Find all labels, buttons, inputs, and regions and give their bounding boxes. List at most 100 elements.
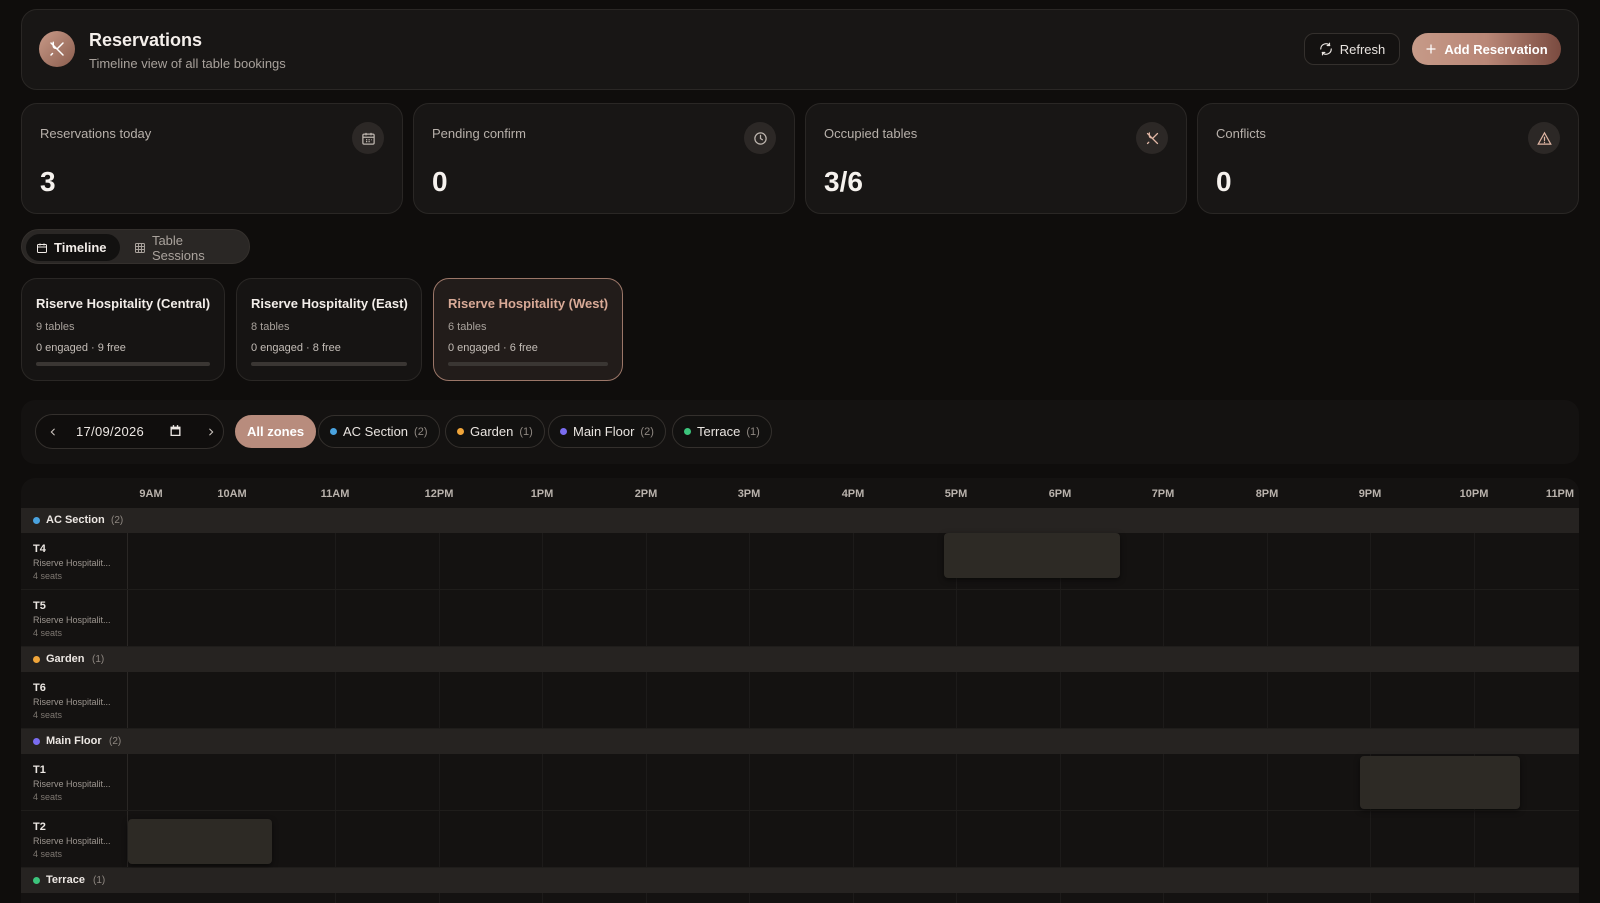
- zone-dot: [33, 738, 40, 745]
- date-input[interactable]: 17/09/2026: [76, 424, 144, 439]
- stat-label: Reservations today: [40, 126, 152, 141]
- refresh-button[interactable]: Refresh: [1304, 33, 1400, 65]
- zone-filter-terrace[interactable]: Terrace (1): [672, 415, 772, 448]
- table-seats: 4 seats: [33, 849, 63, 859]
- location-engaged: 0 engaged · 6 free: [448, 342, 538, 354]
- table-location: Riserve Hospitalit...: [33, 779, 111, 789]
- occupancy-bar: [36, 362, 210, 366]
- zone-filter-garden[interactable]: Garden (1): [445, 415, 545, 448]
- table-row-t5: T5 Riserve Hospitalit... 4 seats: [21, 590, 1579, 647]
- tab-timeline[interactable]: Timeline: [26, 234, 120, 261]
- zone-dot: [33, 656, 40, 663]
- location-name: Riserve Hospitality (East): [251, 296, 408, 311]
- calendar-icon: [352, 122, 384, 154]
- table-row-t2: T2 Riserve Hospitalit... 4 seats: [21, 811, 1579, 868]
- chip-count: (2): [640, 425, 654, 438]
- stat-card-occupied-tables: Occupied tables 3/6: [805, 103, 1187, 214]
- page-subtitle: Timeline view of all table bookings: [89, 56, 286, 71]
- hour-tick: 3PM: [737, 488, 761, 500]
- hour-tick: 2PM: [634, 488, 658, 500]
- add-reservation-button[interactable]: Add Reservation: [1412, 33, 1561, 65]
- hour-tick: 1PM: [530, 488, 554, 500]
- occupancy-bar: [448, 362, 608, 366]
- chip-label: Garden: [470, 424, 514, 439]
- grid-icon: [134, 242, 145, 253]
- page-header: Reservations Timeline view of all table …: [21, 9, 1579, 90]
- tab-label: Timeline: [54, 240, 107, 255]
- hour-tick: 9PM: [1358, 488, 1382, 500]
- hour-tick: 7PM: [1151, 488, 1175, 500]
- stat-value: 3/6: [824, 166, 863, 197]
- stat-value: 0: [432, 166, 448, 197]
- hour-tick: 12PM: [424, 488, 454, 500]
- zone-filter-all[interactable]: All zones: [235, 415, 317, 448]
- zone-filter-ac-section[interactable]: AC Section (2): [318, 415, 440, 448]
- zone-name: AC Section: [46, 514, 105, 526]
- stat-value: 0: [1216, 166, 1232, 197]
- add-reservation-label: Add Reservation: [1444, 41, 1548, 57]
- calendar-icon: [37, 243, 47, 253]
- table-label: T2 Riserve Hospitalit... 4 seats: [21, 811, 128, 867]
- restaurant-logo-icon: [39, 31, 75, 67]
- zone-filter-main-floor[interactable]: Main Floor (2): [548, 415, 666, 448]
- reservation-block[interactable]: [1360, 756, 1520, 809]
- zone-header-main-floor: Main Floor (2): [21, 729, 1579, 754]
- hour-tick: 11PM: [1545, 488, 1575, 500]
- location-name: Riserve Hospitality (Central): [36, 296, 211, 311]
- hour-tick: 10PM: [1459, 488, 1489, 500]
- stat-label: Conflicts: [1216, 126, 1266, 141]
- table-label: T5 Riserve Hospitalit... 4 seats: [21, 590, 128, 646]
- table-location: Riserve Hospitalit...: [33, 697, 111, 707]
- chevron-right-icon: [209, 428, 214, 436]
- zone-name: Garden: [46, 653, 85, 665]
- prev-day-button[interactable]: [44, 423, 62, 441]
- zone-name: Terrace: [46, 874, 85, 886]
- reservation-block[interactable]: [944, 533, 1120, 578]
- chip-label: AC Section: [343, 424, 409, 439]
- chip-label: Main Floor: [573, 424, 635, 439]
- table-name: T5: [33, 600, 46, 612]
- reservation-block[interactable]: [128, 819, 272, 864]
- stat-value: 3: [40, 166, 56, 197]
- stat-label: Pending confirm: [432, 126, 526, 141]
- zone-name: Main Floor: [46, 735, 102, 747]
- zone-dot: [684, 428, 691, 435]
- location-name: Riserve Hospitality (West): [448, 296, 609, 311]
- reservation-timeline: 9AM 10AM 11AM 12PM 1PM 2PM 3PM 4PM 5PM 6…: [21, 478, 1579, 903]
- location-tables: 6 tables: [448, 321, 487, 333]
- table-seats: 4 seats: [33, 710, 63, 720]
- chip-label: Terrace: [697, 424, 741, 439]
- zone-count: (1): [92, 654, 105, 665]
- next-day-button[interactable]: [202, 423, 220, 441]
- occupancy-bar: [251, 362, 407, 366]
- table-row-t4: T4 Riserve Hospitalit... 4 seats: [21, 533, 1579, 590]
- zone-dot: [457, 428, 464, 435]
- stat-label: Occupied tables: [824, 126, 918, 141]
- chip-count: (2): [414, 425, 428, 438]
- zone-header-garden: Garden (1): [21, 647, 1579, 672]
- location-card-west[interactable]: Riserve Hospitality (West) 6 tables 0 en…: [433, 278, 623, 381]
- chip-count: (1): [746, 425, 760, 438]
- hour-tick: 8PM: [1255, 488, 1279, 500]
- calendar-icon[interactable]: [169, 424, 182, 442]
- table-name: T4: [33, 543, 46, 555]
- filter-bar: 17/09/2026 All zones AC Section (2) Gard…: [21, 400, 1579, 464]
- chip-label: All zones: [247, 424, 305, 439]
- stat-card-pending-confirm: Pending confirm 0: [413, 103, 795, 214]
- utensils-icon: [1136, 122, 1168, 154]
- table-label: T6 Riserve Hospitalit... 4 seats: [21, 672, 128, 728]
- zone-dot: [33, 517, 40, 524]
- hour-tick: 11AM: [320, 488, 350, 500]
- hour-tick: 4PM: [841, 488, 865, 500]
- page-title: Reservations: [89, 30, 203, 50]
- zone-dot: [33, 877, 40, 884]
- tab-table-sessions[interactable]: Table Sessions: [124, 233, 249, 263]
- location-card-east[interactable]: Riserve Hospitality (East) 8 tables 0 en…: [236, 278, 422, 381]
- location-card-central[interactable]: Riserve Hospitality (Central) 9 tables 0…: [21, 278, 225, 381]
- location-tables: 9 tables: [36, 321, 75, 333]
- clock-icon: [744, 122, 776, 154]
- table-seats: 4 seats: [33, 628, 63, 638]
- hour-tick: 9AM: [139, 488, 163, 500]
- location-engaged: 0 engaged · 8 free: [251, 342, 341, 354]
- hour-tick: 6PM: [1048, 488, 1072, 500]
